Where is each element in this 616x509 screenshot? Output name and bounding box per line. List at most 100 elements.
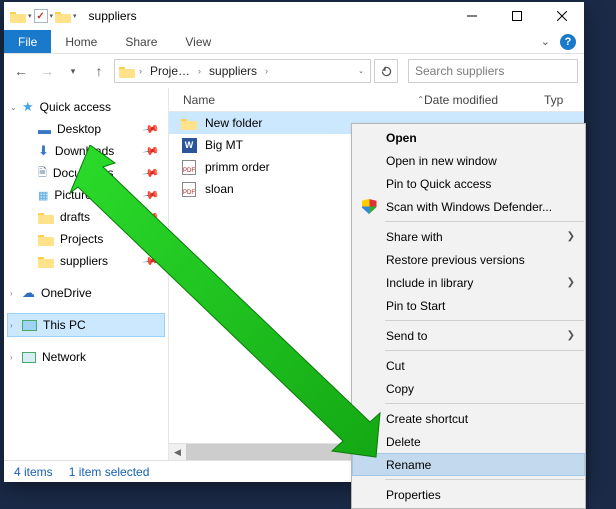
nav-onedrive[interactable]: ›☁OneDrive (8, 282, 164, 304)
tab-view[interactable]: View (171, 30, 225, 53)
address-sep-icon[interactable]: › (263, 66, 270, 76)
menu-copy[interactable]: Copy (352, 377, 585, 400)
ribbon-expand-icon[interactable]: ⌄ (541, 35, 550, 48)
breadcrumb-suppliers[interactable]: suppliers (205, 64, 261, 78)
nav-label: This PC (43, 318, 86, 332)
nav-downloads[interactable]: ⬇Downloads📌 (8, 140, 164, 162)
documents-icon: 🗎 (38, 164, 47, 183)
menu-include-library[interactable]: Include in library❯ (352, 271, 585, 294)
nav-documents[interactable]: 🗎Documents📌 (8, 162, 164, 184)
pin-icon: 📌 (142, 142, 161, 161)
close-button[interactable] (539, 2, 584, 30)
address-sep-icon[interactable]: › (196, 66, 203, 76)
search-input[interactable]: Search suppliers (408, 59, 578, 83)
nav-suppliers[interactable]: suppliers 📌 (8, 250, 164, 272)
column-date[interactable]: Date modified (424, 93, 544, 107)
nav-network[interactable]: ›Network (8, 346, 164, 368)
nav-drafts[interactable]: drafts📌 (8, 206, 164, 228)
nav-label: drafts (60, 210, 90, 224)
address-folder-icon (119, 65, 135, 78)
nav-this-pc[interactable]: › This PC (8, 314, 164, 336)
qat-chevron-icon[interactable]: ▾ (50, 12, 54, 20)
status-selection: 1 item selected (69, 465, 150, 479)
nav-label: suppliers (60, 254, 108, 268)
defender-shield-icon (362, 199, 377, 214)
expand-icon[interactable]: › (10, 289, 13, 298)
network-icon (22, 352, 36, 363)
menu-send-to[interactable]: Send to ❯ (352, 324, 585, 347)
address-history-chevron-icon[interactable]: ⌄ (358, 67, 364, 75)
menu-delete[interactable]: Delete (352, 430, 585, 453)
nav-desktop[interactable]: ▬Desktop📌 (8, 118, 164, 140)
window-icon (10, 10, 26, 23)
folder-icon (181, 117, 197, 130)
system-menu-chevron-icon[interactable]: ▾ (28, 12, 32, 20)
menu-label: Send to (386, 329, 427, 343)
nav-quick-access[interactable]: ⌄ ★ Quick access (8, 96, 164, 118)
file-name: Big MT (205, 138, 243, 152)
pdf-icon: PDF (182, 160, 196, 175)
title-bar: ▾ ✓ ▾ ▾ suppliers (4, 2, 584, 30)
search-placeholder: Search suppliers (415, 64, 504, 78)
pictures-icon: ▦ (38, 189, 48, 202)
menu-label: Scan with Windows Defender... (386, 200, 552, 214)
pdf-icon: PDF (182, 182, 196, 197)
recent-locations-chevron-icon[interactable]: ▾ (62, 60, 84, 82)
tab-share[interactable]: Share (111, 30, 171, 53)
menu-pin-start[interactable]: Pin to Start (352, 294, 585, 317)
minimize-button[interactable] (449, 2, 494, 30)
nav-label: OneDrive (41, 286, 92, 300)
help-icon[interactable]: ? (560, 34, 576, 50)
status-item-count: 4 items (14, 465, 53, 479)
refresh-button[interactable] (374, 59, 398, 83)
qat-customize-chevron-icon[interactable]: ▾ (73, 12, 77, 20)
address-bar[interactable]: › Proje… › suppliers › ⌄ (114, 59, 371, 83)
menu-rename[interactable]: Rename (352, 453, 585, 476)
expand-icon[interactable]: ⌄ (10, 103, 17, 112)
star-icon: ★ (22, 99, 34, 115)
nav-projects[interactable]: Projects 📌 (8, 228, 164, 250)
nav-label: Quick access (40, 100, 111, 114)
tab-home[interactable]: Home (51, 30, 111, 53)
submenu-arrow-icon: ❯ (567, 330, 575, 341)
folder-icon (38, 233, 54, 246)
qat-newfolder-icon[interactable] (55, 10, 71, 23)
qat-properties-icon[interactable]: ✓ (34, 9, 48, 23)
menu-restore-versions[interactable]: Restore previous versions (352, 248, 585, 271)
nav-pictures[interactable]: ▦ Pictures 📌 (8, 184, 164, 206)
menu-scan-defender[interactable]: Scan with Windows Defender... (352, 195, 585, 218)
pin-icon: 📌 (142, 252, 161, 271)
submenu-arrow-icon: ❯ (567, 231, 575, 242)
up-button[interactable]: ↑ (88, 60, 110, 82)
nav-label: Downloads (55, 144, 114, 158)
menu-share-with[interactable]: Share with❯ (352, 225, 585, 248)
address-sep-icon[interactable]: › (137, 66, 144, 76)
pin-icon: 📌 (142, 186, 161, 205)
word-icon: W (182, 138, 197, 153)
column-name[interactable]: Name⌃ (169, 93, 424, 107)
folder-icon (38, 255, 54, 268)
forward-button[interactable]: → (36, 60, 58, 82)
back-button[interactable]: ← (10, 60, 32, 82)
column-headers: Name⌃ Date modified Typ (169, 88, 584, 112)
pin-icon: 📌 (142, 230, 161, 249)
file-name: New folder (205, 116, 262, 130)
expand-icon[interactable]: › (10, 353, 13, 362)
tab-file[interactable]: File (4, 30, 51, 53)
nav-label: Pictures (54, 188, 97, 202)
desktop-icon: ▬ (38, 122, 51, 137)
menu-pin-quick-access[interactable]: Pin to Quick access (352, 172, 585, 195)
menu-cut[interactable]: Cut (352, 354, 585, 377)
scroll-left-icon[interactable]: ◀ (169, 444, 186, 460)
menu-open[interactable]: Open (352, 126, 585, 149)
breadcrumb-projects[interactable]: Proje… (146, 64, 194, 78)
menu-separator (385, 320, 584, 321)
menu-open-new-window[interactable]: Open in new window (352, 149, 585, 172)
expand-icon[interactable]: › (10, 321, 13, 330)
pin-icon: 📌 (142, 120, 161, 139)
navigation-bar: ← → ▾ ↑ › Proje… › suppliers › ⌄ Search … (4, 54, 584, 88)
maximize-button[interactable] (494, 2, 539, 30)
column-type[interactable]: Typ (544, 93, 584, 107)
menu-create-shortcut[interactable]: Create shortcut (352, 407, 585, 430)
nav-label: Projects (60, 232, 103, 246)
